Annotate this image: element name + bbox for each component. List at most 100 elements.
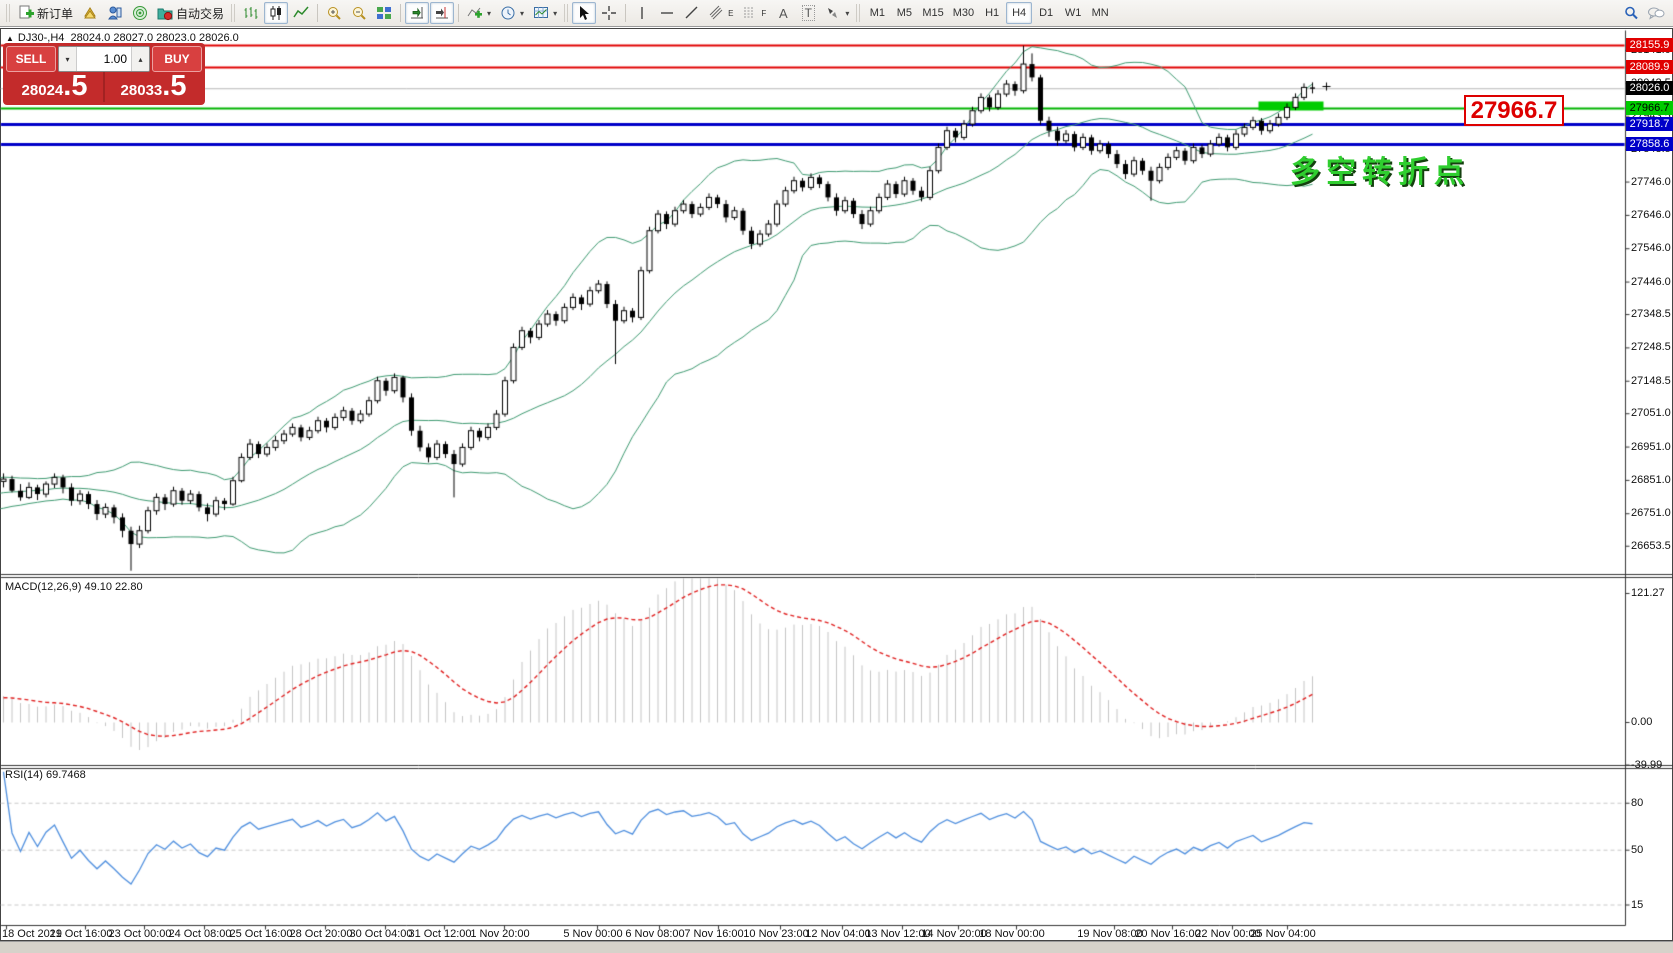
- label-tool-button[interactable]: T: [796, 2, 820, 24]
- bar-chart-button[interactable]: [239, 2, 263, 24]
- equidistant-channel-button[interactable]: E: [705, 2, 737, 24]
- timeframe-m1-button[interactable]: M1: [864, 2, 890, 24]
- zoom-in-icon: [326, 5, 342, 21]
- cursor-button[interactable]: [572, 2, 596, 24]
- line-chart-icon: [293, 5, 309, 21]
- timeframe-m15-button[interactable]: M15: [918, 2, 947, 24]
- clock-icon: [500, 5, 516, 21]
- rsi-indicator-label: RSI(14) 69.7468: [5, 769, 86, 781]
- arrows-tool-icon: [825, 5, 841, 21]
- sell-button[interactable]: SELL: [6, 46, 56, 72]
- turning-point-annotation[interactable]: 多空转折点: [1290, 147, 1470, 191]
- vertical-line-button[interactable]: [630, 2, 654, 24]
- search-button[interactable]: [1619, 2, 1643, 24]
- time-axis-label: 31 Oct 12:00: [409, 928, 472, 940]
- data-window-button[interactable]: [103, 2, 127, 24]
- price-axis-tick: 27746.0: [1631, 176, 1671, 188]
- zoom-out-icon: [351, 5, 367, 21]
- auto-scroll-button[interactable]: [405, 2, 429, 24]
- crosshair-button[interactable]: [597, 2, 621, 24]
- trendline-button[interactable]: [680, 2, 704, 24]
- price-callout-box[interactable]: 27966.7: [1464, 95, 1564, 126]
- horizontal-line-button[interactable]: [655, 2, 679, 24]
- price-line-label: 27966.7: [1626, 101, 1673, 115]
- bar-chart-icon: [243, 5, 259, 21]
- volume-input[interactable]: [77, 47, 131, 71]
- price-line-label: 27858.6: [1626, 137, 1673, 151]
- time-axis-label: 21 Oct 16:00: [50, 928, 113, 940]
- timeframe-d1-button[interactable]: D1: [1033, 2, 1059, 24]
- time-axis-label: 24 Oct 08:00: [169, 928, 232, 940]
- signals-icon: [132, 5, 148, 21]
- cursor-icon: [576, 5, 592, 21]
- indicators-dropdown-arrow: ▾: [487, 9, 491, 18]
- time-axis-label: 23 Oct 00:00: [109, 928, 172, 940]
- toolbar-grip[interactable]: [6, 4, 11, 22]
- new-order-icon: [18, 5, 34, 21]
- time-axis-label: 20 Nov 16:00: [1135, 928, 1200, 940]
- market-watch-button[interactable]: [78, 2, 102, 24]
- price-axis-tick: 26751.0: [1631, 507, 1671, 519]
- one-click-trade-panel: SELL ▾ ▴ BUY 28024.5 28033.5: [3, 43, 205, 105]
- trendline-icon: [684, 5, 700, 21]
- templates-button[interactable]: ▾: [529, 2, 561, 24]
- zoom-out-button[interactable]: [347, 2, 371, 24]
- price-line-label: 28089.9: [1626, 60, 1673, 74]
- crosshair-icon: [601, 5, 617, 21]
- timeframe-h1-button[interactable]: H1: [979, 2, 1005, 24]
- sell-price-frac: .5: [63, 72, 87, 101]
- timeframe-m5-button[interactable]: M5: [891, 2, 917, 24]
- new-order-button[interactable]: 新订单: [14, 2, 77, 24]
- text-tool-button[interactable]: A: [771, 2, 795, 24]
- indicators-button[interactable]: ▾: [463, 2, 495, 24]
- collapse-ohlc-icon[interactable]: ▲: [6, 34, 14, 43]
- data-window-icon: [107, 5, 123, 21]
- channel-letter: E: [728, 9, 733, 18]
- volume-decrease-button[interactable]: ▾: [59, 47, 77, 71]
- chart-canvas[interactable]: [0, 0, 1673, 953]
- periods-button[interactable]: ▾: [496, 2, 528, 24]
- price-axis-tick: 26951.0: [1631, 441, 1671, 453]
- time-axis-label: 5 Nov 00:00: [563, 928, 622, 940]
- arrows-tool-button[interactable]: ▾: [821, 2, 853, 24]
- timeframe-m30-button[interactable]: M30: [949, 2, 978, 24]
- signals-button[interactable]: [128, 2, 152, 24]
- time-axis-label: 1 Nov 20:00: [470, 928, 529, 940]
- buy-price[interactable]: 28033.5: [105, 72, 202, 102]
- macd-axis-tick: 121.27: [1631, 587, 1665, 599]
- tile-windows-icon: [376, 5, 392, 21]
- text-tool-icon: A: [779, 6, 788, 21]
- new-order-label: 新订单: [37, 5, 73, 22]
- chart-shift-icon: [434, 5, 450, 21]
- buy-button[interactable]: BUY: [152, 46, 202, 72]
- line-chart-button[interactable]: [289, 2, 313, 24]
- label-tool-icon: T: [802, 5, 815, 21]
- candlestick-chart-button[interactable]: [264, 2, 288, 24]
- chat-button[interactable]: [1643, 2, 1669, 24]
- buy-price-frac: .5: [162, 72, 186, 101]
- price-axis-tick: 27546.0: [1631, 242, 1671, 254]
- timeframe-mn-button[interactable]: MN: [1087, 2, 1113, 24]
- price-axis-tick: 27646.0: [1631, 209, 1671, 221]
- templates-icon: [533, 5, 549, 21]
- timeframe-h4-button[interactable]: H4: [1006, 2, 1032, 24]
- macd-axis-tick: -39.99: [1631, 759, 1662, 771]
- chart-shift-button[interactable]: [430, 2, 454, 24]
- macd-indicator-label: MACD(12,26,9) 49.10 22.80: [5, 581, 143, 593]
- price-axis-tick: 27148.5: [1631, 375, 1671, 387]
- fibonacci-button[interactable]: F: [738, 2, 770, 24]
- market-watch-icon: [82, 5, 98, 21]
- time-axis-label: 30 Oct 04:00: [350, 928, 413, 940]
- zoom-in-button[interactable]: [322, 2, 346, 24]
- timeframe-w1-button[interactable]: W1: [1060, 2, 1086, 24]
- price-axis-tick: 27446.0: [1631, 276, 1671, 288]
- fibonacci-icon: [742, 5, 758, 21]
- rsi-axis-tick: 15: [1631, 899, 1643, 911]
- horizontal-line-icon: [659, 5, 675, 21]
- time-axis-label: 28 Oct 20:00: [290, 928, 353, 940]
- autotrading-button[interactable]: 自动交易: [153, 2, 228, 24]
- sell-price[interactable]: 28024.5: [6, 72, 103, 102]
- indicators-icon: [467, 5, 483, 21]
- tile-windows-button[interactable]: [372, 2, 396, 24]
- volume-increase-button[interactable]: ▴: [131, 47, 149, 71]
